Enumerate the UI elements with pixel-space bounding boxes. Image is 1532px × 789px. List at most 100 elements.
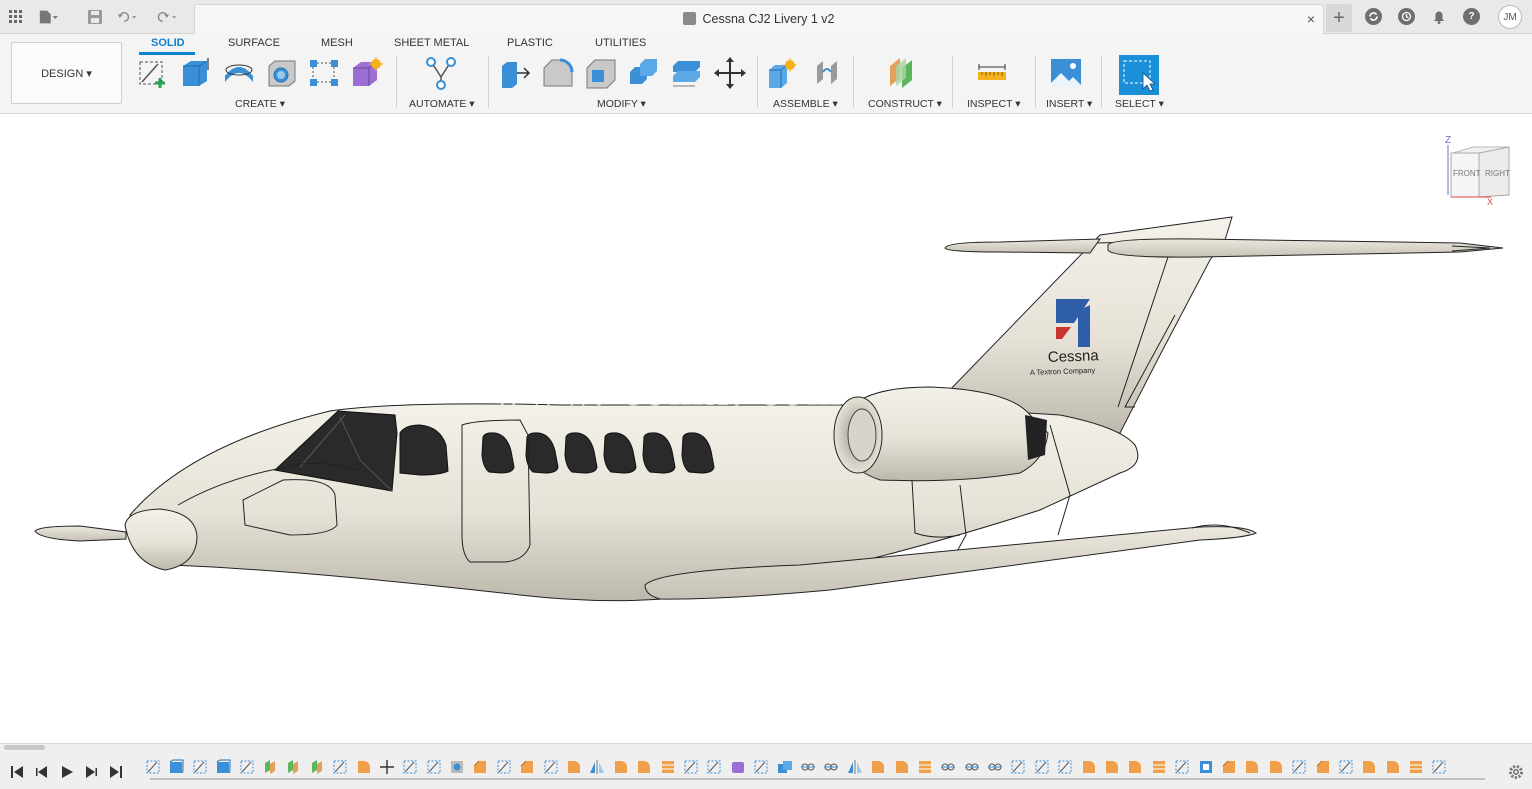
close-tab-button[interactable]: × (1307, 11, 1315, 27)
timeline-feature-mirror-icon[interactable] (847, 759, 863, 775)
timeline-feature-sketch-icon[interactable] (239, 759, 255, 775)
timeline-feature-form-icon[interactable] (730, 759, 746, 775)
select-group-label[interactable]: SELECT ▾ (1115, 98, 1164, 110)
timeline-feature-sketch-icon[interactable] (426, 759, 442, 775)
timeline-feature-fillet-icon[interactable] (1104, 759, 1120, 775)
timeline-feature-joint-icon[interactable] (987, 759, 1003, 775)
skip-to-start-icon[interactable] (8, 763, 26, 781)
split-body-icon[interactable] (670, 56, 704, 90)
timeline-feature-fillet-icon[interactable] (870, 759, 886, 775)
timeline-feature-shell-icon[interactable] (1198, 759, 1214, 775)
press-pull-icon[interactable] (498, 56, 532, 90)
timeline-feature-fillet-icon[interactable] (894, 759, 910, 775)
timeline-feature-joint-icon[interactable] (800, 759, 816, 775)
hole-icon[interactable] (265, 56, 299, 90)
joint-icon[interactable] (811, 56, 845, 90)
sync-icon[interactable] (1365, 8, 1382, 25)
timeline-settings-icon[interactable] (1507, 763, 1525, 781)
tab-utilities[interactable]: UTILITIES (595, 37, 646, 49)
timeline-feature-hole-icon[interactable] (449, 759, 465, 775)
notifications-icon[interactable] (1429, 7, 1449, 27)
tab-solid[interactable]: SOLID (151, 37, 185, 49)
timeline-feature-sketch-icon[interactable] (145, 759, 161, 775)
timeline-feature-fillet-icon[interactable] (1361, 759, 1377, 775)
timeline-feature-fillet-icon[interactable] (1081, 759, 1097, 775)
timeline-feature-sketch-icon[interactable] (1010, 759, 1026, 775)
skip-to-end-icon[interactable] (107, 763, 125, 781)
create-group-label[interactable]: CREATE ▾ (235, 98, 285, 110)
timeline-feature-sketch-icon[interactable] (192, 759, 208, 775)
horizontal-scrollbar[interactable] (4, 745, 45, 750)
timeline-feature-sketch-icon[interactable] (753, 759, 769, 775)
shell-icon[interactable] (584, 56, 618, 90)
timeline-feature-fillet-icon[interactable] (636, 759, 652, 775)
modify-group-label[interactable]: MODIFY ▾ (597, 98, 646, 110)
timeline-feature-chamfer-icon[interactable] (519, 759, 535, 775)
timeline-feature-joint-icon[interactable] (940, 759, 956, 775)
timeline-feature-sketch-icon[interactable] (496, 759, 512, 775)
assemble-group-label[interactable]: ASSEMBLE ▾ (773, 98, 838, 110)
create-sketch-icon[interactable] (136, 56, 170, 90)
combine-icon[interactable] (627, 56, 661, 90)
timeline-feature-split-icon[interactable] (917, 759, 933, 775)
timeline-feature-joint-icon[interactable] (823, 759, 839, 775)
offset-plane-icon[interactable] (886, 56, 920, 90)
timeline-feature-joint-icon[interactable] (964, 759, 980, 775)
tab-surface[interactable]: SURFACE (228, 37, 280, 49)
inspect-group-label[interactable]: INSPECT ▾ (967, 98, 1021, 110)
tab-plastic[interactable]: PLASTIC (507, 37, 553, 49)
timeline-feature-fillet-icon[interactable] (356, 759, 372, 775)
timeline-feature-chamfer-icon[interactable] (472, 759, 488, 775)
timeline-feature-sketch-icon[interactable] (1431, 759, 1447, 775)
timeline-feature-sketch-icon[interactable] (402, 759, 418, 775)
new-component-icon[interactable] (766, 56, 800, 90)
timeline-feature-extrude-icon[interactable] (215, 759, 231, 775)
aircraft-model[interactable]: Cessna A Textron Company (0, 115, 1532, 743)
move-icon[interactable] (713, 56, 747, 90)
timeline-feature-split-icon[interactable] (1151, 759, 1167, 775)
timeline-feature-extrude-icon[interactable] (168, 759, 184, 775)
canvas-viewport[interactable]: Cessna A Textron Company www. comx. com … (0, 115, 1532, 743)
timeline-feature-move-icon[interactable] (379, 759, 395, 775)
revolve-icon[interactable] (222, 56, 256, 90)
undo-icon[interactable] (117, 7, 137, 27)
timeline-feature-chamfer-icon[interactable] (1221, 759, 1237, 775)
timeline-feature-fillet-icon[interactable] (566, 759, 582, 775)
timeline-feature-combine-icon[interactable] (777, 759, 793, 775)
automate-icon[interactable] (424, 56, 458, 90)
timeline-feature-fillet-icon[interactable] (1268, 759, 1284, 775)
user-avatar[interactable]: JM (1498, 5, 1522, 29)
rectangular-pattern-icon[interactable] (307, 56, 341, 90)
timeline-feature-sketch-icon[interactable] (543, 759, 559, 775)
save-icon[interactable] (85, 7, 105, 27)
grid-icon[interactable] (6, 7, 26, 27)
measure-icon[interactable] (975, 56, 1009, 90)
timeline-feature-split-icon[interactable] (660, 759, 676, 775)
select-icon[interactable] (1119, 55, 1159, 95)
fillet-icon[interactable] (541, 56, 575, 90)
timeline-feature-mirror-icon[interactable] (589, 759, 605, 775)
timeline-feature-fillet-icon[interactable] (1244, 759, 1260, 775)
create-form-icon[interactable] (350, 56, 384, 90)
step-back-icon[interactable] (33, 763, 51, 781)
step-forward-icon[interactable] (82, 763, 100, 781)
timeline-feature-plane-icon[interactable] (262, 759, 278, 775)
automate-group-label[interactable]: AUTOMATE ▾ (409, 98, 475, 110)
timeline-feature-split-icon[interactable] (1408, 759, 1424, 775)
timeline-feature-fillet-icon[interactable] (1385, 759, 1401, 775)
extrude-icon[interactable] (179, 56, 213, 90)
insert-image-icon[interactable] (1049, 56, 1083, 90)
construct-group-label[interactable]: CONSTRUCT ▾ (868, 98, 942, 110)
tab-sheet-metal[interactable]: SHEET METAL (394, 37, 469, 49)
timeline-feature-sketch-icon[interactable] (1338, 759, 1354, 775)
timeline-feature-sketch-icon[interactable] (1291, 759, 1307, 775)
history-icon[interactable] (1398, 8, 1415, 25)
timeline-feature-chamfer-icon[interactable] (1315, 759, 1331, 775)
timeline-feature-fillet-icon[interactable] (613, 759, 629, 775)
help-icon[interactable]: ? (1463, 8, 1480, 25)
insert-group-label[interactable]: INSERT ▾ (1046, 98, 1092, 110)
timeline-feature-sketch-icon[interactable] (1034, 759, 1050, 775)
tab-mesh[interactable]: MESH (321, 37, 353, 49)
timeline-feature-sketch-icon[interactable] (706, 759, 722, 775)
view-cube[interactable]: Z FRONT RIGHT X (1443, 131, 1513, 207)
